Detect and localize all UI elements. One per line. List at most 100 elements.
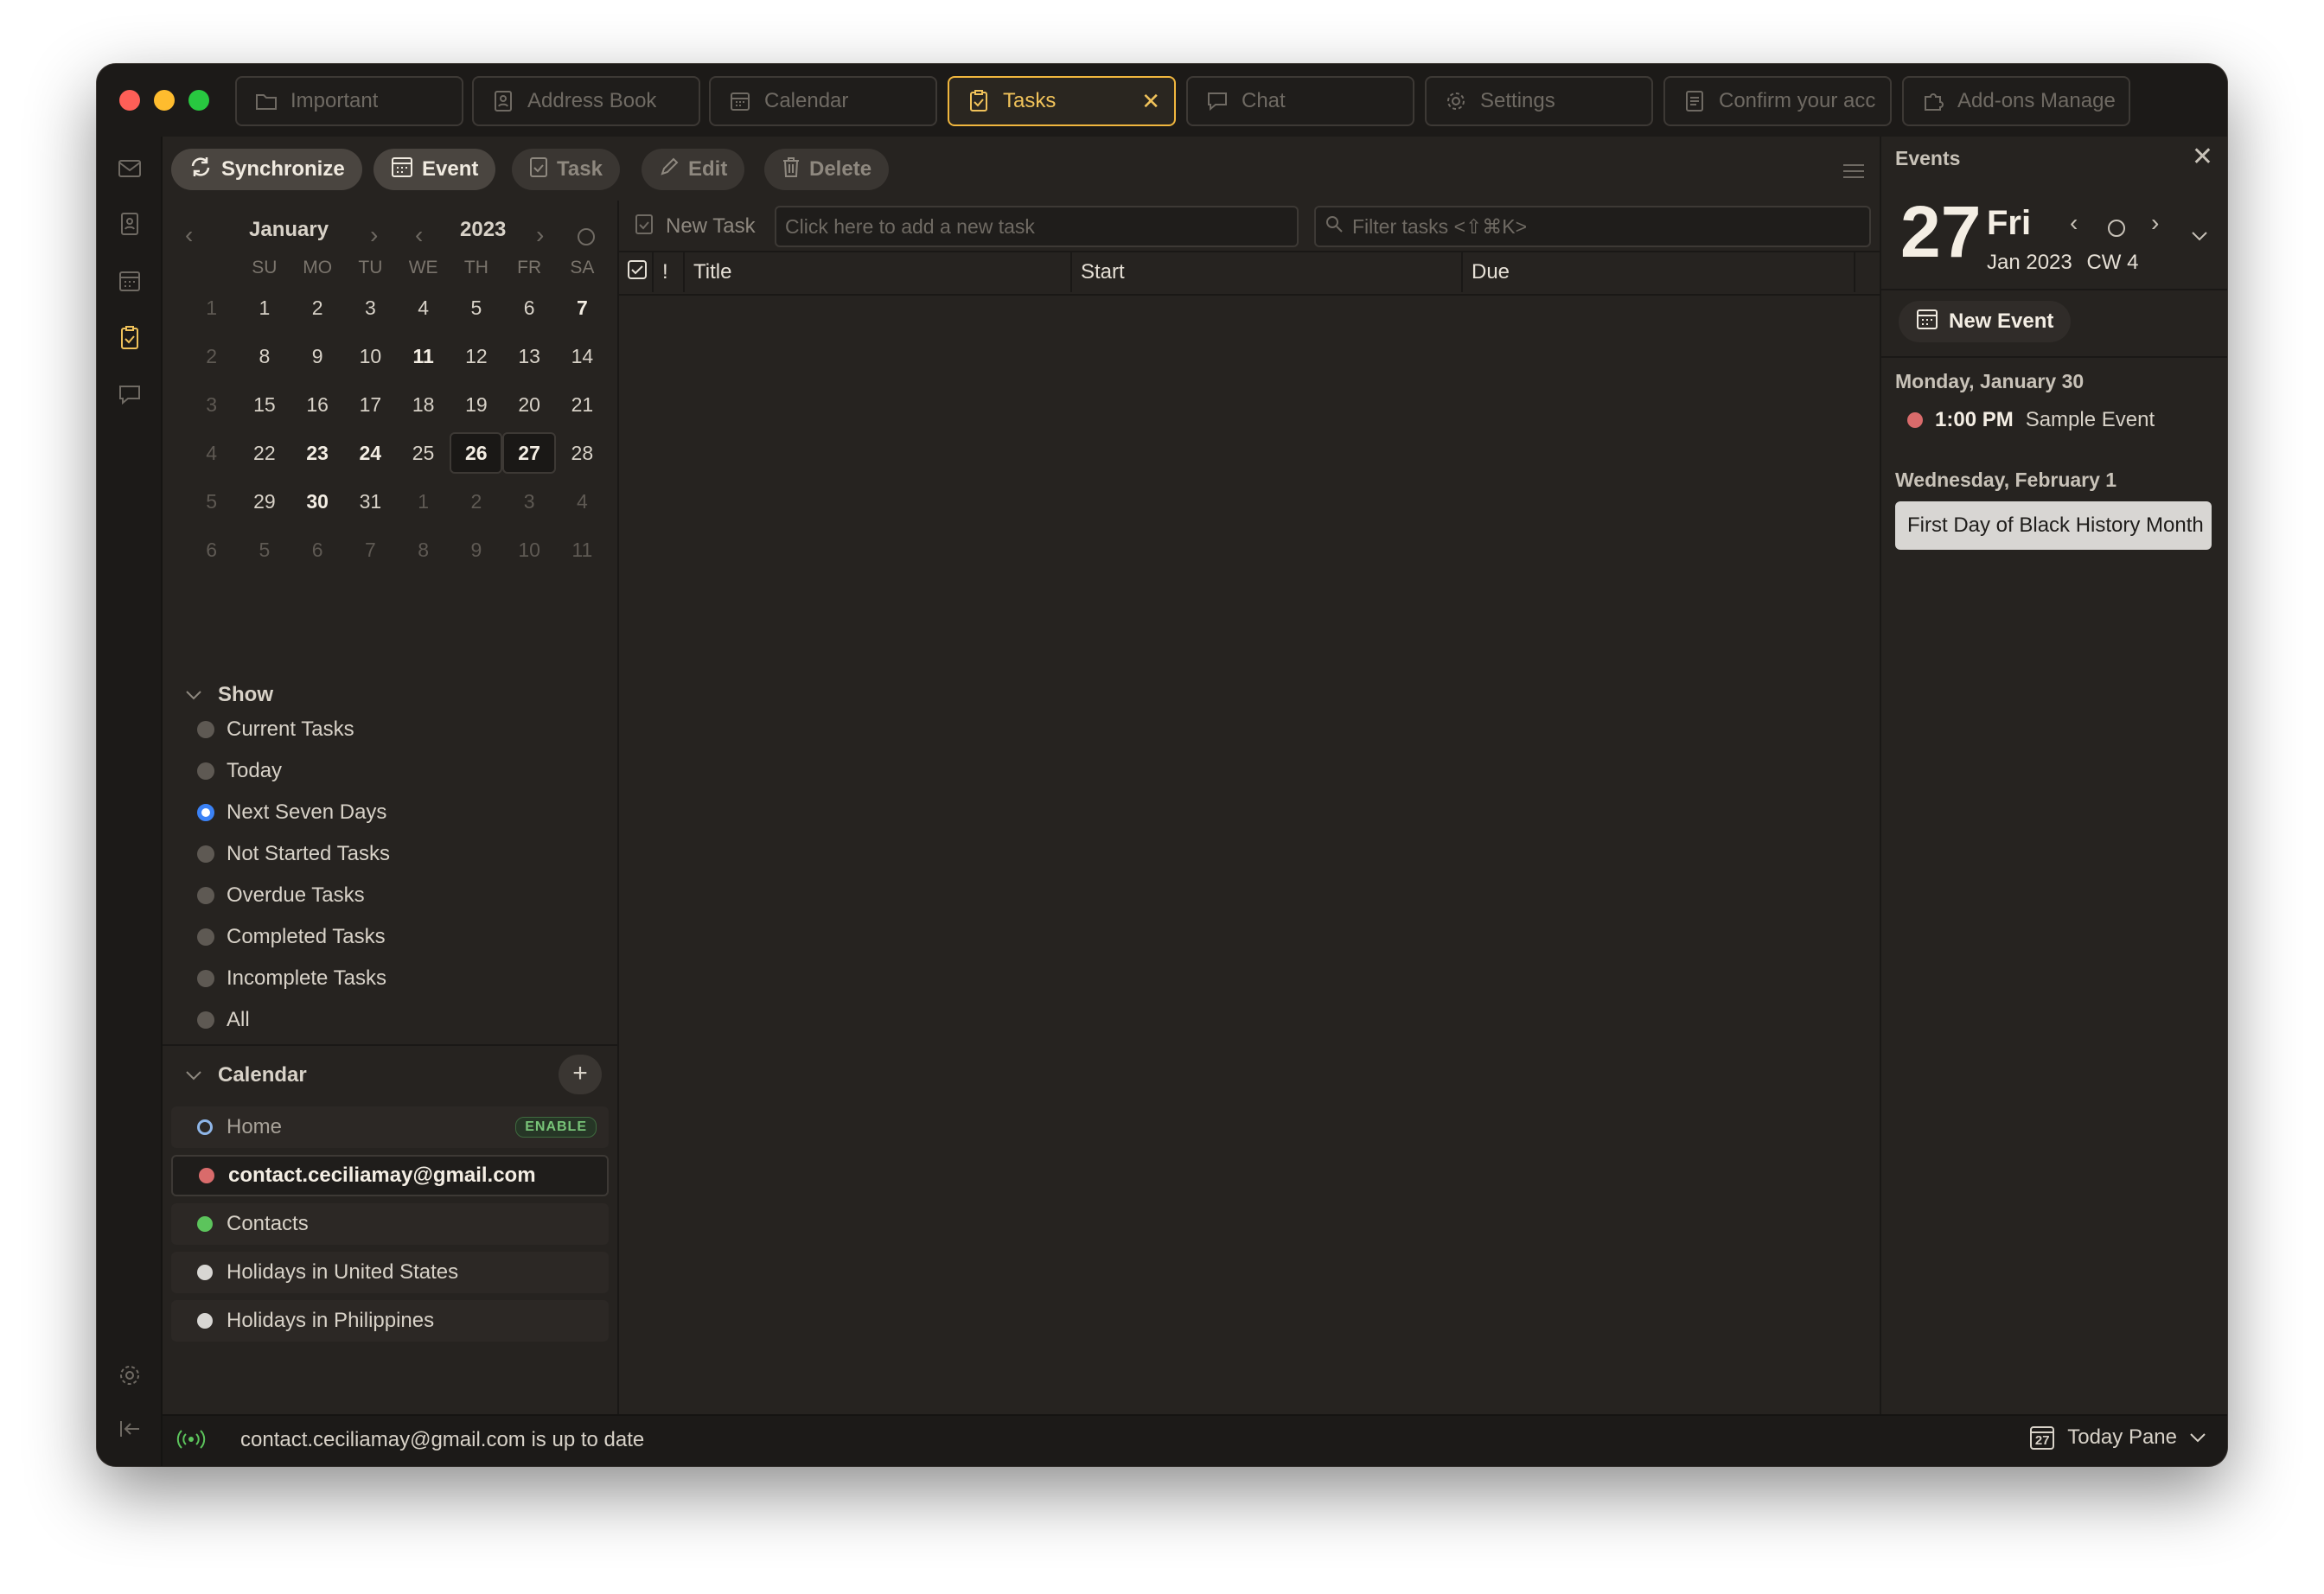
day-cell[interactable]: 24 [344,442,397,465]
new-task-input[interactable]: Click here to add a new task [775,206,1299,247]
tab-settings[interactable]: Settings [1425,76,1653,126]
day-cell[interactable]: 8 [397,539,450,562]
edit-button[interactable]: Edit [642,149,745,190]
previous-month-icon[interactable]: ‹ [185,220,202,251]
calendar-item-gmail[interactable]: contact.ceciliamay@gmail.com [171,1155,609,1196]
minimize-window-button[interactable] [154,90,175,111]
minimonth-month[interactable]: January [249,218,329,252]
new-event-button[interactable]: New Event [1899,301,2072,342]
online-status-icon[interactable] [176,1428,206,1457]
day-cell[interactable]: 7 [344,539,397,562]
day-cell[interactable]: 29 [238,490,290,513]
day-cell[interactable]: 3 [503,490,556,513]
synchronize-button[interactable]: Synchronize [171,149,362,190]
day-cell[interactable]: 10 [503,539,556,562]
column-completed[interactable] [619,252,654,292]
tab-addons-manager[interactable]: Add-ons Manage [1902,76,2130,126]
today-circle-icon[interactable] [2108,220,2125,237]
next-day-icon[interactable]: › [2151,209,2159,237]
enable-badge[interactable]: ENABLE [515,1117,597,1138]
tab-address-book[interactable]: Address Book [472,76,700,126]
day-cell[interactable]: 3 [344,296,397,320]
column-priority[interactable]: ! [654,252,685,292]
calendar-section-toggle[interactable]: Calendar [185,1060,307,1091]
day-cell[interactable]: 9 [450,539,502,562]
calendar-item-holidays-us[interactable]: Holidays in United States [171,1252,609,1293]
delete-button[interactable]: Delete [764,149,890,190]
day-cell[interactable]: 14 [556,345,609,368]
chat-space-icon[interactable] [117,382,143,408]
filter-current-tasks[interactable]: Current Tasks [197,712,354,747]
day-cell[interactable]: 7 [556,296,609,320]
column-title[interactable]: Title [685,252,1072,292]
previous-year-icon[interactable]: ‹ [415,220,432,251]
address-book-space-icon[interactable] [117,211,143,237]
day-cell[interactable]: 11 [397,345,450,368]
day-cell[interactable]: 11 [556,539,609,562]
day-cell[interactable]: 30 [291,490,344,513]
day-cell[interactable]: 28 [556,442,609,465]
filter-next-seven-days[interactable]: Next Seven Days [197,795,386,830]
day-cell[interactable]: 1 [238,296,290,320]
event-item[interactable]: 1:00 PM Sample Event [1907,408,2155,432]
close-tab-icon[interactable]: ✕ [1141,88,1160,115]
add-calendar-button[interactable]: + [559,1055,602,1094]
show-section-toggle[interactable]: Show [185,679,273,711]
calendar-item-contacts[interactable]: Contacts [171,1203,609,1245]
day-cell[interactable]: 15 [238,393,290,417]
collapse-spaces-icon[interactable] [117,1416,143,1442]
day-cell-selected[interactable]: 27 [502,432,556,474]
day-cell[interactable]: 2 [291,296,344,320]
filter-not-started[interactable]: Not Started Tasks [197,837,390,871]
zoom-window-button[interactable] [188,90,209,111]
day-cell[interactable]: 23 [290,442,343,465]
tab-confirm-account[interactable]: Confirm your acc [1663,76,1892,126]
day-cell[interactable]: 18 [397,393,450,417]
day-cell[interactable]: 6 [291,539,344,562]
tab-important[interactable]: Important [235,76,463,126]
new-task-label[interactable]: New Task [635,211,756,242]
day-cell[interactable]: 9 [291,345,344,368]
day-cell[interactable]: 2 [450,490,502,513]
settings-space-icon[interactable] [117,1362,143,1388]
day-cell[interactable]: 10 [344,345,397,368]
day-cell[interactable]: 17 [344,393,397,417]
close-icon[interactable]: ✕ [2192,142,2213,172]
filter-tasks-input[interactable]: Filter tasks <⇧⌘K> [1314,206,1871,247]
day-cell[interactable]: 19 [450,393,502,417]
new-task-button[interactable]: Task [512,149,620,190]
column-due[interactable]: Due [1463,252,1855,292]
next-year-icon[interactable]: › [536,220,553,251]
day-cell[interactable]: 25 [397,442,450,465]
today-circle-icon[interactable] [578,228,595,245]
minimonth-year[interactable]: 2023 [460,218,506,252]
close-window-button[interactable] [119,90,140,111]
column-start[interactable]: Start [1072,252,1463,292]
day-cell[interactable]: 20 [503,393,556,417]
day-cell[interactable]: 6 [503,296,556,320]
day-cell[interactable]: 16 [291,393,344,417]
day-cell[interactable]: 5 [238,539,290,562]
calendar-space-icon[interactable] [117,268,143,294]
day-cell[interactable]: 31 [344,490,397,513]
tab-chat[interactable]: Chat [1186,76,1414,126]
day-cell[interactable]: 22 [238,442,290,465]
calendar-item-home[interactable]: Home ENABLE [171,1106,609,1148]
filter-today[interactable]: Today [197,754,282,788]
day-cell[interactable]: 12 [450,345,502,368]
day-cell[interactable]: 5 [450,296,502,320]
tasks-space-icon[interactable] [117,325,143,351]
today-pane-toggle[interactable]: 27 Today Pane [2029,1425,2206,1451]
mail-space-icon[interactable] [117,156,143,182]
previous-day-icon[interactable]: ‹ [2070,209,2078,237]
new-event-button[interactable]: Event [374,149,496,190]
day-cell[interactable]: 4 [397,296,450,320]
holiday-event-item[interactable]: First Day of Black History Month [1895,501,2212,550]
day-cell[interactable]: 4 [556,490,609,513]
day-cell[interactable]: 8 [238,345,290,368]
chevron-down-icon[interactable] [2191,230,2208,246]
filter-all[interactable]: All [197,1003,250,1037]
filter-completed[interactable]: Completed Tasks [197,920,386,954]
menu-icon[interactable] [1843,164,1864,180]
day-cell-today[interactable]: 26 [450,432,503,474]
